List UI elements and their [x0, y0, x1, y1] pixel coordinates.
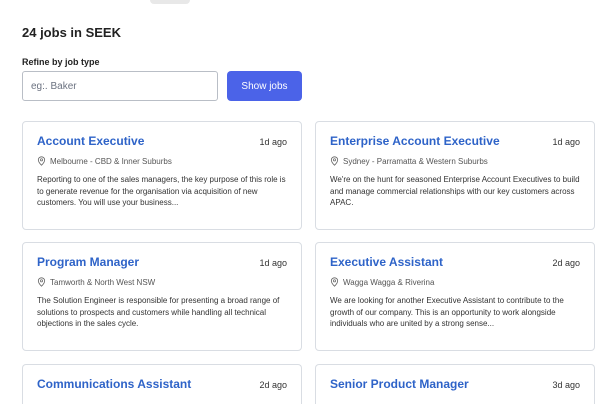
job-location-text: Wagga Wagga & Riverina	[343, 277, 435, 287]
job-description: We're on the hunt for seasoned Enterpris…	[330, 175, 580, 207]
location-pin-icon	[37, 156, 46, 166]
job-card[interactable]: Senior Product Manager 3d ago	[315, 364, 595, 404]
job-location-text: Sydney - Parramatta & Western Suburbs	[343, 156, 488, 166]
job-location: Melbourne - CBD & Inner Suburbs	[37, 156, 287, 166]
location-pin-icon	[37, 277, 46, 287]
job-title-link[interactable]: Enterprise Account Executive	[330, 134, 500, 148]
job-title-link[interactable]: Executive Assistant	[330, 255, 443, 269]
job-date: 2d ago	[259, 380, 287, 390]
job-location-text: Tamworth & North West NSW	[50, 277, 156, 287]
job-card[interactable]: Communications Assistant 2d ago	[22, 364, 302, 404]
job-title-link[interactable]: Account Executive	[37, 134, 144, 148]
job-location: Sydney - Parramatta & Western Suburbs	[330, 156, 580, 166]
job-description: The Solution Engineer is responsible for…	[37, 296, 280, 328]
page-title: 24 jobs in SEEK	[22, 25, 121, 40]
job-title-link[interactable]: Communications Assistant	[37, 377, 191, 391]
job-date: 1d ago	[259, 258, 287, 268]
job-card[interactable]: Enterprise Account Executive 1d ago Sydn…	[315, 121, 595, 230]
job-location-text: Melbourne - CBD & Inner Suburbs	[50, 156, 172, 166]
location-pin-icon	[330, 156, 339, 166]
job-description: Reporting to one of the sales managers, …	[37, 175, 286, 207]
job-card[interactable]: Account Executive 1d ago Melbourne - CBD…	[22, 121, 302, 230]
job-date: 1d ago	[259, 137, 287, 147]
job-date: 3d ago	[552, 380, 580, 390]
job-card[interactable]: Program Manager 1d ago Tamworth & North …	[22, 242, 302, 351]
location-pin-icon	[330, 277, 339, 287]
top-edge-artifact	[150, 0, 190, 4]
job-date: 2d ago	[552, 258, 580, 268]
job-location: Wagga Wagga & Riverina	[330, 277, 580, 287]
job-title-link[interactable]: Program Manager	[37, 255, 139, 269]
refine-label: Refine by job type	[22, 57, 100, 67]
job-title-link[interactable]: Senior Product Manager	[330, 377, 469, 391]
show-jobs-button[interactable]: Show jobs	[227, 71, 302, 101]
job-card[interactable]: Executive Assistant 2d ago Wagga Wagga &…	[315, 242, 595, 351]
job-type-input[interactable]	[22, 71, 218, 101]
job-date: 1d ago	[552, 137, 580, 147]
job-description: We are looking for another Executive Ass…	[330, 296, 564, 328]
job-location: Tamworth & North West NSW	[37, 277, 287, 287]
